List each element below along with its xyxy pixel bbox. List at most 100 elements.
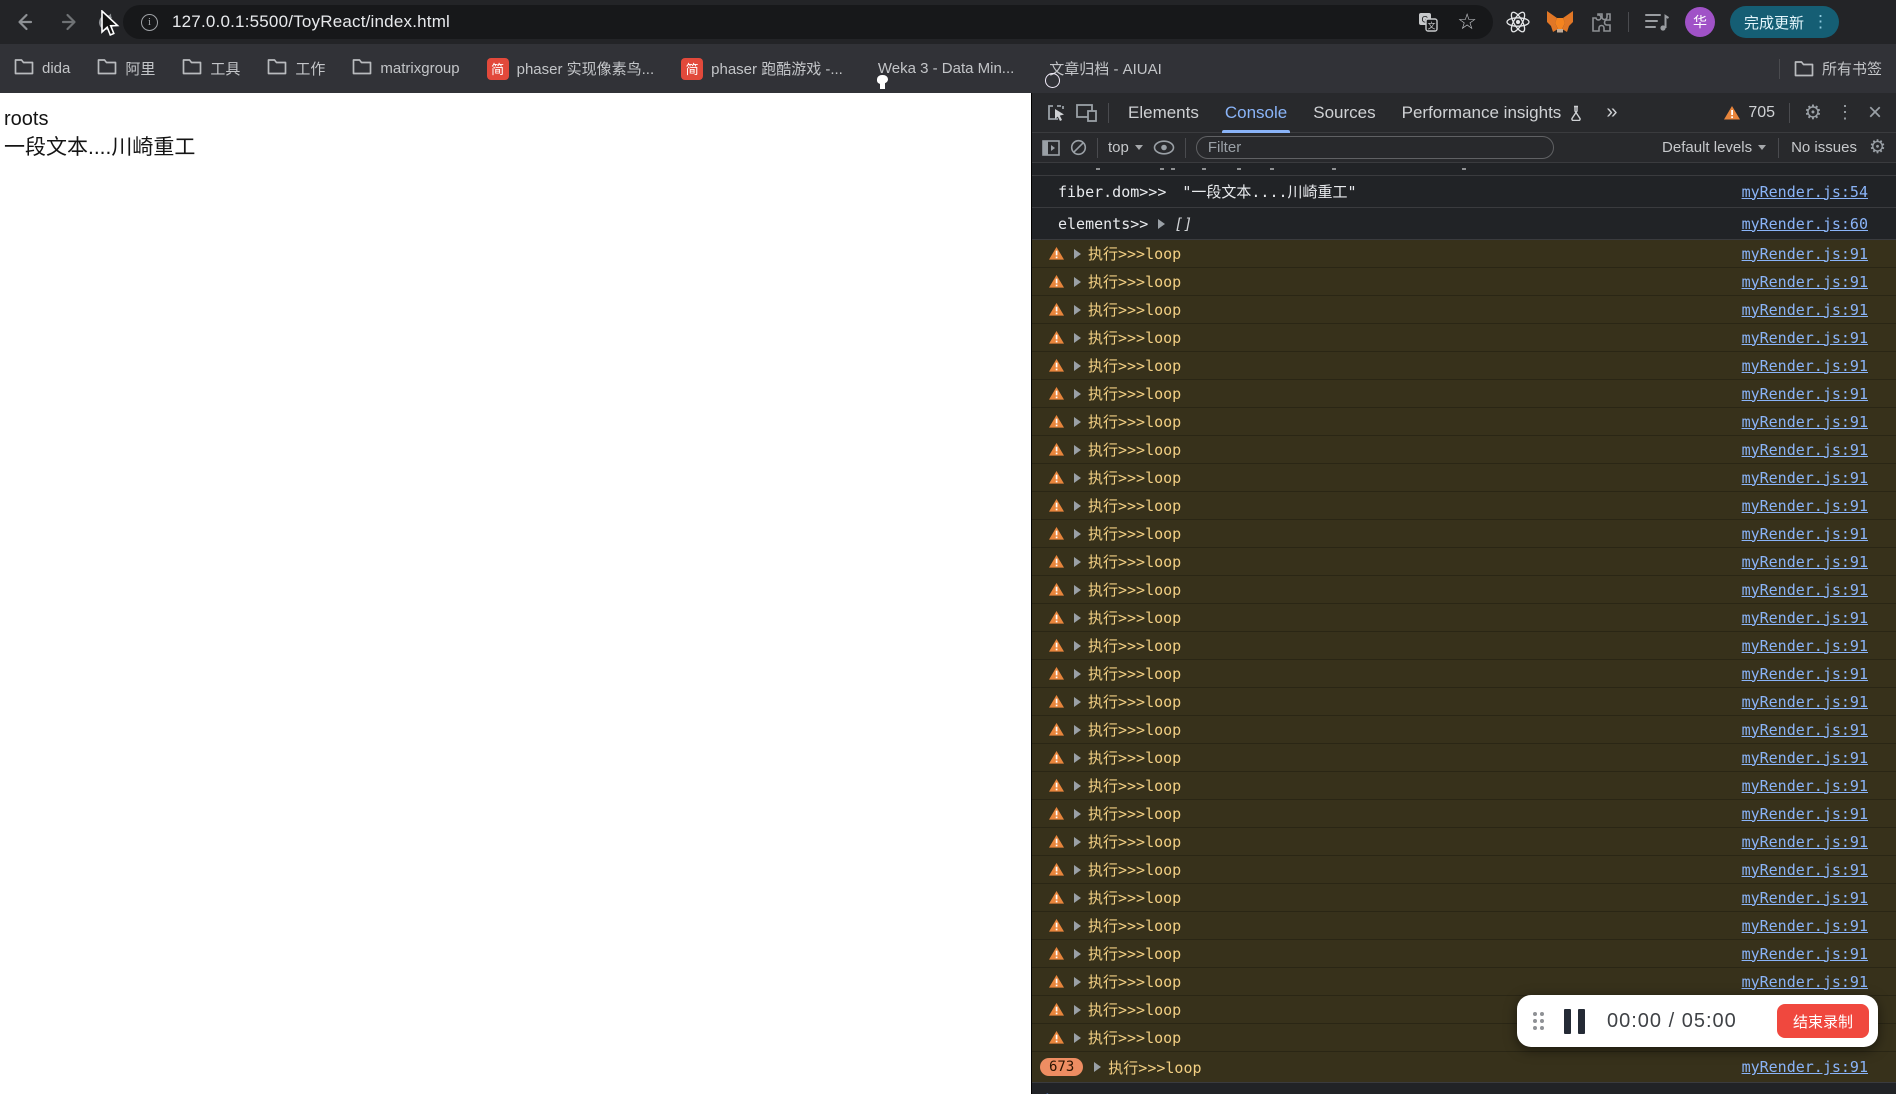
- react-devtools-icon[interactable]: [1505, 9, 1531, 35]
- pause-recording-icon[interactable]: [1564, 1008, 1585, 1034]
- source-link[interactable]: myRender.js:91: [1742, 497, 1868, 515]
- console-warning-row[interactable]: 执行>>>loop myRender.js:91: [1032, 492, 1896, 520]
- more-tabs-icon[interactable]: »: [1596, 101, 1627, 124]
- expand-arrow-icon[interactable]: [1074, 500, 1081, 511]
- expand-arrow-icon[interactable]: [1074, 360, 1081, 371]
- bookmark-item[interactable]: 简 phaser 跑酷游戏 -...: [681, 57, 843, 80]
- expand-arrow-icon[interactable]: [1074, 892, 1081, 903]
- console-warning-row[interactable]: 执行>>>loop myRender.js:91: [1032, 660, 1896, 688]
- source-link[interactable]: myRender.js:91: [1742, 581, 1868, 599]
- console-warning-row[interactable]: 执行>>>loop myRender.js:91: [1032, 772, 1896, 800]
- clear-console-icon[interactable]: [1070, 139, 1087, 156]
- forward-icon[interactable]: [56, 8, 84, 36]
- tab-console[interactable]: Console: [1212, 93, 1300, 133]
- source-link[interactable]: myRender.js:91: [1742, 889, 1868, 907]
- source-link[interactable]: myRender.js:91: [1742, 441, 1868, 459]
- devtools-close-icon[interactable]: ×: [1868, 100, 1882, 124]
- console-warning-row[interactable]: 执行>>>loop myRender.js:91: [1032, 520, 1896, 548]
- bookmark-item[interactable]: 工作: [267, 58, 325, 79]
- tab-performance-insights[interactable]: Performance insights: [1389, 93, 1597, 133]
- console-warning-row[interactable]: 执行>>>loop myRender.js:91: [1032, 576, 1896, 604]
- url-text[interactable]: 127.0.0.1:5500/ToyReact/index.html: [172, 12, 450, 32]
- bookmark-item[interactable]: 文章归档 - AIUAI: [1041, 58, 1162, 88]
- expand-arrow-icon[interactable]: [1074, 472, 1081, 483]
- source-link[interactable]: myRender.js:91: [1742, 721, 1868, 739]
- expand-arrow-icon[interactable]: [1074, 640, 1081, 651]
- expand-arrow-icon[interactable]: [1074, 1032, 1081, 1043]
- source-link[interactable]: myRender.js:91: [1742, 665, 1868, 683]
- browser-menu-kebab-icon[interactable]: ⋮: [1812, 12, 1829, 32]
- expand-arrow-icon[interactable]: [1074, 444, 1081, 455]
- console-log-row[interactable]: fiber.dom>>> "一段文本....川崎重工" myRender.js:…: [1032, 176, 1896, 208]
- source-link[interactable]: myRender.js:91: [1742, 945, 1868, 963]
- expand-arrow-icon[interactable]: [1074, 332, 1081, 343]
- console-warning-row[interactable]: 执行>>>loop myRender.js:91: [1032, 968, 1896, 996]
- expand-arrow-icon[interactable]: [1074, 416, 1081, 427]
- console-warning-row[interactable]: 执行>>>loop myRender.js:91: [1032, 912, 1896, 940]
- expand-arrow-icon[interactable]: [1094, 1062, 1102, 1072]
- context-selector[interactable]: top: [1108, 139, 1143, 156]
- source-link[interactable]: myRender.js:91: [1742, 861, 1868, 879]
- source-link[interactable]: myRender.js:91: [1742, 385, 1868, 403]
- console-warning-row[interactable]: 执行>>>loop myRender.js:91: [1032, 296, 1896, 324]
- bookmark-item[interactable]: 简 phaser 实现像素鸟...: [486, 57, 654, 80]
- expand-arrow-icon[interactable]: [1074, 388, 1081, 399]
- expand-arrow-icon[interactable]: [1074, 780, 1081, 791]
- source-link[interactable]: myRender.js:91: [1742, 637, 1868, 655]
- console-warning-row[interactable]: 执行>>>loop myRender.js:91: [1032, 268, 1896, 296]
- console-warning-row[interactable]: 执行>>>loop myRender.js:91: [1032, 716, 1896, 744]
- expand-arrow-icon[interactable]: [1074, 976, 1081, 987]
- devtools-settings-icon[interactable]: ⚙: [1804, 100, 1822, 125]
- all-bookmarks-button[interactable]: 所有书签: [1794, 58, 1882, 79]
- live-expression-eye-icon[interactable]: [1153, 140, 1175, 155]
- device-toolbar-icon[interactable]: [1072, 99, 1102, 127]
- source-link[interactable]: myRender.js:91: [1742, 609, 1868, 627]
- back-icon[interactable]: [10, 8, 38, 36]
- update-chrome-button[interactable]: 完成更新 ⋮: [1730, 6, 1840, 38]
- console-warning-row[interactable]: 执行>>>loop myRender.js:91: [1032, 548, 1896, 576]
- console-prompt[interactable]: >: [1032, 1083, 1896, 1094]
- console-warning-row[interactable]: 执行>>>loop myRender.js:91: [1032, 632, 1896, 660]
- expand-arrow-icon[interactable]: [1074, 668, 1081, 679]
- expand-arrow-icon[interactable]: [1074, 584, 1081, 595]
- console-sidebar-icon[interactable]: [1042, 139, 1060, 156]
- console-warning-row[interactable]: 执行>>>loop myRender.js:91: [1032, 464, 1896, 492]
- devtools-kebab-icon[interactable]: ⋮: [1836, 102, 1854, 123]
- console-warning-row[interactable]: 执行>>>loop myRender.js:91: [1032, 352, 1896, 380]
- source-link[interactable]: myRender.js:91: [1742, 553, 1868, 571]
- console-warning-row[interactable]: 执行>>>loop myRender.js:91: [1032, 744, 1896, 772]
- source-link[interactable]: myRender.js:91: [1742, 833, 1868, 851]
- warning-counter[interactable]: 705: [1723, 104, 1775, 122]
- expand-arrow-icon[interactable]: [1074, 864, 1081, 875]
- console-settings-icon[interactable]: ⚙: [1869, 136, 1886, 159]
- playlist-icon[interactable]: [1644, 11, 1670, 33]
- console-warning-row[interactable]: 执行>>>loop myRender.js:91: [1032, 856, 1896, 884]
- address-bar[interactable]: i 127.0.0.1:5500/ToyReact/index.html G 文…: [123, 5, 1493, 39]
- metamask-icon[interactable]: [1546, 9, 1574, 35]
- console-warning-row[interactable]: 执行>>>loop myRender.js:91: [1032, 800, 1896, 828]
- issues-status[interactable]: No issues: [1791, 139, 1857, 156]
- source-link[interactable]: myRender.js:91: [1742, 245, 1868, 263]
- inspect-element-icon[interactable]: [1042, 99, 1072, 127]
- source-link[interactable]: myRender.js:91: [1742, 973, 1868, 991]
- source-link[interactable]: myRender.js:91: [1742, 1058, 1868, 1076]
- extensions-puzzle-icon[interactable]: [1589, 10, 1613, 34]
- expand-arrow-icon[interactable]: [1074, 836, 1081, 847]
- console-warning-row[interactable]: 执行>>>loop myRender.js:91: [1032, 240, 1896, 268]
- expand-arrow-icon[interactable]: [1074, 948, 1081, 959]
- expand-arrow-icon[interactable]: [1158, 218, 1166, 229]
- source-link[interactable]: myRender.js:91: [1742, 301, 1868, 319]
- expand-arrow-icon[interactable]: [1074, 248, 1081, 259]
- console-warning-row[interactable]: 执行>>>loop myRender.js:91: [1032, 604, 1896, 632]
- expand-arrow-icon[interactable]: [1074, 920, 1081, 931]
- console-warning-row[interactable]: 执行>>>loop myRender.js:91: [1032, 828, 1896, 856]
- drag-handle-icon[interactable]: [1533, 1012, 1544, 1030]
- console-warning-row[interactable]: 执行>>>loop myRender.js:91: [1032, 940, 1896, 968]
- expand-arrow-icon[interactable]: [1074, 556, 1081, 567]
- source-link[interactable]: myRender.js:91: [1742, 805, 1868, 823]
- expand-arrow-icon[interactable]: [1074, 724, 1081, 735]
- translate-icon[interactable]: G 文: [1417, 11, 1439, 33]
- bookmark-item[interactable]: Weka 3 - Data Min...: [870, 60, 1014, 89]
- console-warning-row[interactable]: 执行>>>loop myRender.js:91: [1032, 688, 1896, 716]
- console-warning-repeat-row[interactable]: 673 执行>>>loop myRender.js:91: [1032, 1052, 1896, 1083]
